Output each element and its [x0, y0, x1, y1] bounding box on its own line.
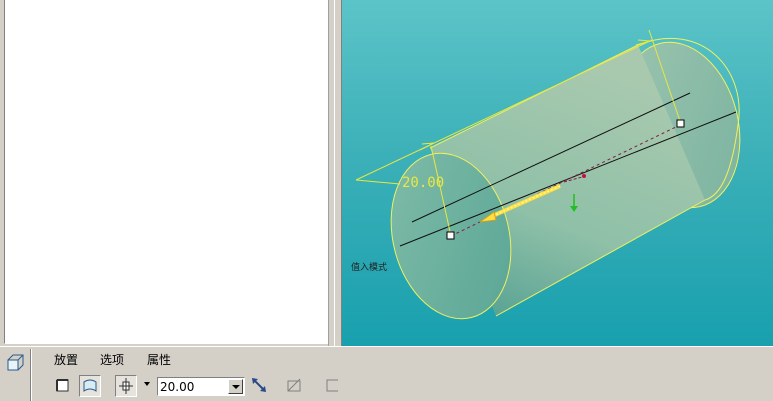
dimension-leader: [355, 179, 401, 185]
dashboard-divider: [30, 349, 32, 401]
graphics-viewport[interactable]: 20.00 值入模式: [342, 0, 773, 346]
depth-option-dropdown[interactable]: [144, 382, 150, 386]
depth-option-button[interactable]: [115, 375, 137, 397]
mode-label: 值入模式: [351, 263, 388, 273]
depth-value-combo[interactable]: [157, 377, 245, 396]
model-canvas[interactable]: 20.00: [342, 0, 773, 346]
model-tree-panel: [0, 0, 334, 346]
tab-options[interactable]: 选项: [100, 351, 124, 368]
feature-dashboard: 放置 选项 属性: [0, 346, 773, 401]
drag-handle-near[interactable]: [446, 231, 455, 240]
chevron-down-icon[interactable]: [228, 379, 243, 394]
tab-placement[interactable]: 放置: [54, 351, 78, 368]
extrude-feature-icon: [7, 354, 24, 371]
depth-value-input[interactable]: [160, 379, 226, 394]
surface-button[interactable]: [79, 375, 101, 397]
surface-icon: [83, 379, 97, 392]
flip-direction-button[interactable]: [249, 375, 271, 397]
model-tree-pane[interactable]: [4, 0, 328, 344]
depth-blind-icon: [119, 378, 133, 394]
thicken-button[interactable]: [322, 375, 344, 397]
drag-handle-far[interactable]: [676, 119, 685, 128]
remove-material-button[interactable]: [284, 375, 306, 397]
tab-properties[interactable]: 属性: [147, 351, 171, 368]
flip-direction-icon: [252, 378, 266, 392]
panel-splitter[interactable]: [334, 0, 342, 346]
solid-icon: [56, 379, 69, 392]
remove-material-icon: [287, 378, 301, 392]
dimension-value[interactable]: 20.00: [402, 175, 444, 191]
thicken-sketch-icon: [326, 379, 338, 392]
solid-button[interactable]: [52, 375, 74, 397]
